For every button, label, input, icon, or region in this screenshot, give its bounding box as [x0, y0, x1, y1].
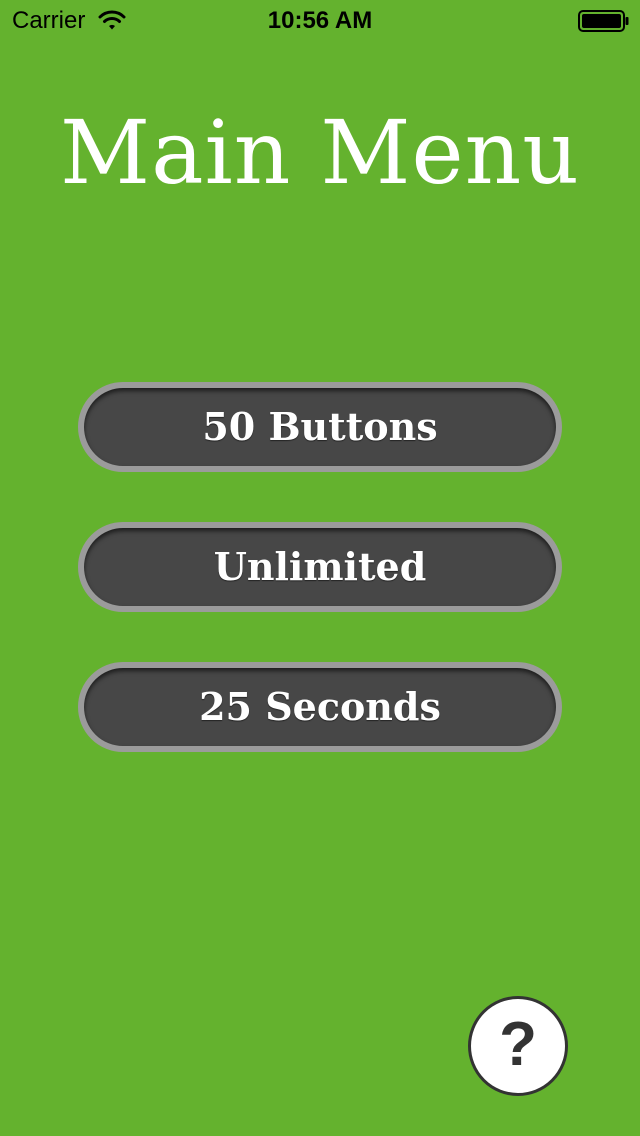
twenty-five-seconds-button[interactable]: 25 Seconds	[78, 662, 562, 752]
help-icon[interactable]: ?	[468, 996, 568, 1096]
battery-icon	[578, 10, 630, 32]
clock: 10:56 AM	[267, 7, 373, 34]
fifty-buttons-button[interactable]: 50 Buttons	[78, 382, 562, 472]
status-bar: Carrier 10:56 AM	[0, 0, 640, 40]
unlimited-button[interactable]: Unlimited	[78, 522, 562, 612]
page-title: Main Menu	[60, 101, 580, 204]
